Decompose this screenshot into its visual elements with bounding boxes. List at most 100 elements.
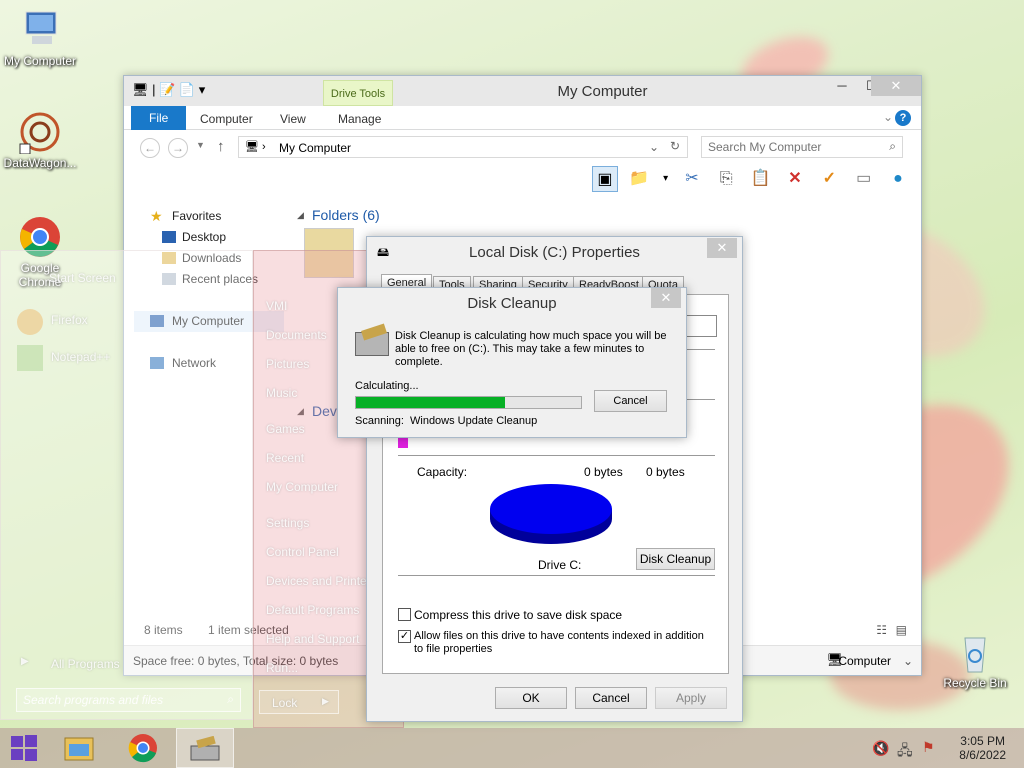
collapse-icon[interactable]: ◢	[297, 210, 304, 221]
address-bar[interactable]: 🖥 › My Computer ⌄ ↻	[238, 136, 688, 158]
tab-manage[interactable]: Manage	[324, 109, 395, 130]
desktop-icon-label: DataWagon...	[3, 156, 77, 170]
back-button[interactable]: ←	[140, 138, 160, 158]
minimize-button[interactable]: ─	[827, 76, 857, 96]
refresh-icon[interactable]: ↻	[670, 139, 680, 153]
desktop-icon-my-computer[interactable]: My Computer	[0, 8, 80, 68]
nav-network[interactable]: Network	[134, 353, 284, 374]
notepad-item[interactable]: Notepad++	[51, 350, 110, 364]
lock-label: Lock	[272, 696, 298, 710]
large-icons-view-icon[interactable]: ▤	[896, 623, 907, 637]
close-button[interactable]: ✕	[707, 238, 737, 258]
nav-downloads[interactable]: Downloads	[134, 248, 284, 269]
index-checkbox[interactable]: ✓	[398, 630, 411, 643]
desktop-icon	[162, 231, 176, 243]
capacity-bytes: 0 bytes	[584, 465, 623, 479]
cleanup-body: Disk Cleanup is calculating how much spa…	[345, 318, 681, 432]
scanning-label: Scanning:	[355, 415, 404, 427]
clock[interactable]: 3:05 PM 8/6/2022	[959, 734, 1006, 762]
forward-button[interactable]: →	[168, 138, 188, 158]
rename-icon[interactable]: ▭	[851, 166, 877, 192]
collapse-icon[interactable]: ◢	[297, 406, 304, 417]
nav-label: Recent places	[182, 272, 259, 286]
start-button[interactable]	[0, 728, 48, 768]
chevron-right-icon[interactable]: ▶	[322, 696, 329, 707]
compress-checkbox[interactable]	[398, 608, 411, 621]
network-icon[interactable]: 🖧	[897, 740, 913, 764]
command-toolbar: ▣ 📁 ▾ ✂ ⎘ 📋 ✕ ✓ ▭ ●	[587, 166, 911, 198]
pie-top	[490, 484, 612, 534]
chevron-down-icon[interactable]: ⌄	[903, 654, 913, 668]
start-search-box[interactable]: Search programs and files ⌕	[16, 688, 241, 712]
help-icon[interactable]: ?	[895, 110, 911, 126]
search-input[interactable]	[708, 140, 878, 154]
paste-icon[interactable]: 📋	[748, 166, 774, 192]
taskbar-disk-cleanup[interactable]	[176, 728, 234, 768]
devices-header[interactable]: Dev	[312, 403, 337, 419]
close-button[interactable]: ✕	[651, 288, 681, 308]
desktop-icon-chrome[interactable]: Google Chrome	[0, 215, 80, 289]
delete-icon[interactable]: ✕	[782, 166, 808, 192]
recycle-bin-icon	[953, 630, 997, 674]
folders-header[interactable]: Folders (6)	[312, 207, 380, 223]
nav-my-computer[interactable]: My Computer	[134, 311, 284, 332]
free-space-swatch	[398, 438, 408, 448]
apply-button[interactable]: Apply	[655, 687, 727, 709]
recent-dropdown-icon[interactable]: ▼	[196, 140, 205, 150]
search-box[interactable]: ⌕	[701, 136, 903, 158]
dropdown-icon[interactable]: ▾	[661, 166, 671, 192]
dialog-title: Local Disk (C:) Properties	[469, 244, 640, 261]
ok-button[interactable]: OK	[495, 687, 567, 709]
tab-computer[interactable]: Computer	[186, 109, 267, 130]
navigation-pane: ★ Favorites Desktop Downloads Recent pla…	[134, 206, 284, 374]
desktop-icon-datawagon[interactable]: DataWagon...	[0, 110, 80, 170]
globe-icon[interactable]: ●	[885, 166, 911, 192]
status-selected: 1 item selected	[208, 623, 289, 637]
disk-cleanup-icon	[190, 735, 220, 761]
volume-muted-icon[interactable]: 🔇	[872, 740, 889, 757]
dialog-title: Disk Cleanup	[467, 295, 557, 312]
start-search-input[interactable]: Search programs and files	[23, 693, 163, 707]
firefox-item[interactable]: Firefox	[51, 313, 88, 327]
brush-icon	[361, 323, 387, 341]
taskbar-chrome[interactable]	[114, 728, 172, 768]
lock-button[interactable]: Lock ▶	[259, 690, 339, 714]
explorer-titlebar[interactable]: 🖥 | 📝 📄 ▾ My Computer ─ ☐ ✕	[124, 76, 921, 106]
copy-icon[interactable]: ⎘	[713, 166, 739, 192]
chrome-icon	[18, 215, 62, 259]
chrome-icon	[128, 734, 157, 763]
details-view-icon[interactable]: ☷	[876, 623, 887, 637]
disk-cleanup-button[interactable]: Disk Cleanup	[636, 548, 715, 570]
drive-cleanup-icon	[355, 323, 389, 356]
preview-pane-icon[interactable]: ▣	[591, 166, 618, 192]
window-title: My Computer	[557, 83, 648, 100]
scanning-item: Windows Update Cleanup	[410, 415, 538, 427]
nav-favorites[interactable]: ★ Favorites	[134, 206, 284, 227]
network-icon	[150, 357, 164, 369]
cancel-button[interactable]: Cancel	[575, 687, 647, 709]
nav-label: My Computer	[172, 314, 245, 328]
close-button[interactable]: ✕	[871, 76, 921, 96]
address-dropdown-icon[interactable]: ⌄	[649, 140, 659, 154]
ribbon-expand-icon[interactable]: ⌄	[883, 110, 893, 124]
desktop-icon-recycle-bin[interactable]: Recycle Bin	[935, 630, 1015, 690]
properties-check-icon[interactable]: ✓	[816, 166, 842, 192]
nav-recent-places[interactable]: Recent places	[134, 269, 284, 290]
cancel-button[interactable]: Cancel	[594, 390, 667, 412]
drive-label: Drive C:	[538, 558, 582, 572]
all-programs-arrow-icon: ▶	[21, 656, 29, 667]
folder-options-icon[interactable]: 📁	[626, 166, 652, 192]
cut-icon[interactable]: ✂	[679, 166, 705, 192]
folder-icon[interactable]	[304, 228, 354, 278]
nav-label: Favorites	[172, 209, 222, 223]
drive-tools-label: Drive Tools	[323, 80, 393, 106]
progress-bar	[355, 396, 582, 409]
taskbar-explorer[interactable]	[50, 728, 108, 768]
action-center-icon[interactable]: ⚑	[922, 739, 935, 756]
index-label: Allow files on this drive to have conten…	[414, 630, 704, 655]
tab-view[interactable]: View	[266, 109, 320, 130]
all-programs-item[interactable]: All Programs	[51, 657, 120, 671]
up-button[interactable]: ↑	[217, 138, 225, 155]
tab-file[interactable]: File	[131, 106, 187, 130]
nav-desktop[interactable]: Desktop	[134, 227, 284, 248]
